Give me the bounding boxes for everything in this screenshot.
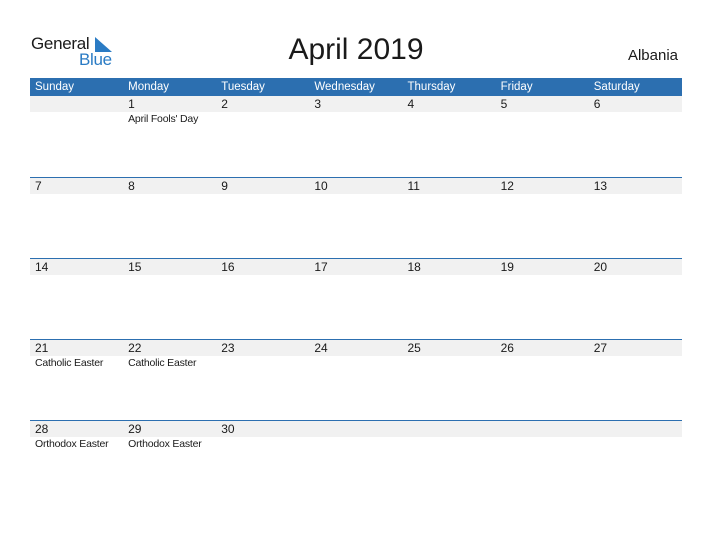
day-number: 17 <box>314 260 328 274</box>
day-cell: 28 Orthodox Easter <box>30 421 123 451</box>
day-cell: 14 <box>30 259 123 276</box>
day-cell <box>30 96 123 126</box>
day-cell: 10 <box>309 178 402 195</box>
day-cell: 26 <box>496 340 589 370</box>
day-cell: 5 <box>496 96 589 126</box>
holiday-label: Catholic Easter <box>128 357 197 369</box>
day-cell: 29 Orthodox Easter <box>123 421 216 451</box>
day-cell: 1 April Fools' Day <box>123 96 216 126</box>
day-cell: 30 <box>216 421 309 451</box>
holiday-label: Catholic Easter <box>35 357 104 369</box>
day-cell: 16 <box>216 259 309 276</box>
weekday-friday: Friday <box>500 81 533 93</box>
day-cell: 27 <box>589 340 682 370</box>
week-row: 1 April Fools' Day 2 3 4 5 6 <box>30 96 682 177</box>
day-number: 27 <box>593 341 608 355</box>
day-number <box>314 421 402 437</box>
day-number <box>594 421 682 437</box>
day-number: 24 <box>314 341 328 355</box>
weekday-tuesday: Tuesday <box>221 81 265 93</box>
day-number <box>408 421 496 437</box>
day-number: 23 <box>221 341 235 355</box>
day-cell: 22 Catholic Easter <box>123 340 216 370</box>
weekday-monday: Monday <box>128 81 170 93</box>
day-number: 25 <box>407 341 421 355</box>
day-cell: 23 <box>216 340 309 370</box>
week-row: 21 Catholic Easter 22 Catholic Easter 23 24 25… <box>30 339 682 420</box>
day-cell: 24 <box>309 340 402 370</box>
week-row: 7 8 9 10 11 12 13 <box>30 177 682 258</box>
weekday-sunday: Sunday <box>35 81 75 93</box>
day-cell: 19 <box>496 259 589 276</box>
day-number: 2 <box>221 97 228 111</box>
holiday-label: April Fools' Day <box>128 113 199 125</box>
day-cell: 11 <box>403 178 496 195</box>
day-number: 28 <box>35 422 49 436</box>
day-cell: 6 <box>589 96 682 126</box>
day-cell: 2 <box>216 96 309 126</box>
holiday-label: Orthodox Easter <box>35 438 109 450</box>
day-number: 12 <box>500 179 514 193</box>
day-number: 29 <box>128 422 142 436</box>
day-cell: 13 <box>589 178 682 195</box>
day-number: 19 <box>500 260 514 274</box>
day-number: 4 <box>407 97 415 111</box>
day-number: 8 <box>128 179 135 193</box>
day-number: 14 <box>35 260 49 274</box>
day-number: 30 <box>221 422 235 436</box>
day-number: 5 <box>500 97 508 111</box>
day-cell: 7 <box>30 178 123 195</box>
weekday-wednesday: Wednesday <box>314 81 375 93</box>
day-cell: 25 <box>403 340 496 370</box>
day-number: 1 <box>128 97 135 111</box>
day-number: 7 <box>35 179 42 193</box>
day-number: 18 <box>407 260 421 274</box>
day-cell <box>496 421 589 451</box>
day-cell: 21 Catholic Easter <box>30 340 123 370</box>
day-cell: 4 <box>403 96 496 126</box>
day-number: 3 <box>314 97 322 111</box>
calendar-title: April 2019 <box>288 33 424 66</box>
week-row: 14 15 16 17 18 19 20 <box>30 258 682 339</box>
day-cell: 18 <box>403 259 496 276</box>
holiday-label: Orthodox Easter <box>128 438 202 450</box>
day-number: 9 <box>221 179 228 193</box>
weekday-saturday: Saturday <box>593 81 640 93</box>
day-cell: 3 <box>309 96 402 126</box>
day-cell: 12 <box>496 178 589 195</box>
weekday-thursday: Thursday <box>407 81 456 93</box>
day-number: 15 <box>128 260 142 274</box>
country-label: Albania <box>627 47 678 64</box>
day-number: 21 <box>35 341 49 355</box>
day-cell: 9 <box>216 178 309 195</box>
day-cell: 20 <box>589 259 682 276</box>
day-cell: 8 <box>123 178 216 195</box>
day-cell: 15 <box>123 259 216 276</box>
day-number: 26 <box>500 341 514 355</box>
day-number: 22 <box>128 341 142 355</box>
day-number: 6 <box>593 97 601 111</box>
day-number: 16 <box>221 260 235 274</box>
day-cell: 17 <box>309 259 402 276</box>
weekday-header: Sunday Monday Tuesday Wednesday Thursday Frid… <box>30 78 682 96</box>
day-number <box>501 421 589 437</box>
day-number: 20 <box>593 260 608 274</box>
day-number: 10 <box>314 179 328 193</box>
week-row: 28 Orthodox Easter 29 Orthodox Easter 30 <box>30 420 682 501</box>
calendar-grid: Sunday Monday Tuesday Wednesday Thursday Frid… <box>30 78 682 501</box>
day-cell <box>589 421 682 451</box>
day-number: 13 <box>593 179 608 193</box>
day-number: 11 <box>407 179 420 193</box>
day-number <box>35 96 123 112</box>
day-cell <box>403 421 496 451</box>
day-cell <box>309 421 402 451</box>
